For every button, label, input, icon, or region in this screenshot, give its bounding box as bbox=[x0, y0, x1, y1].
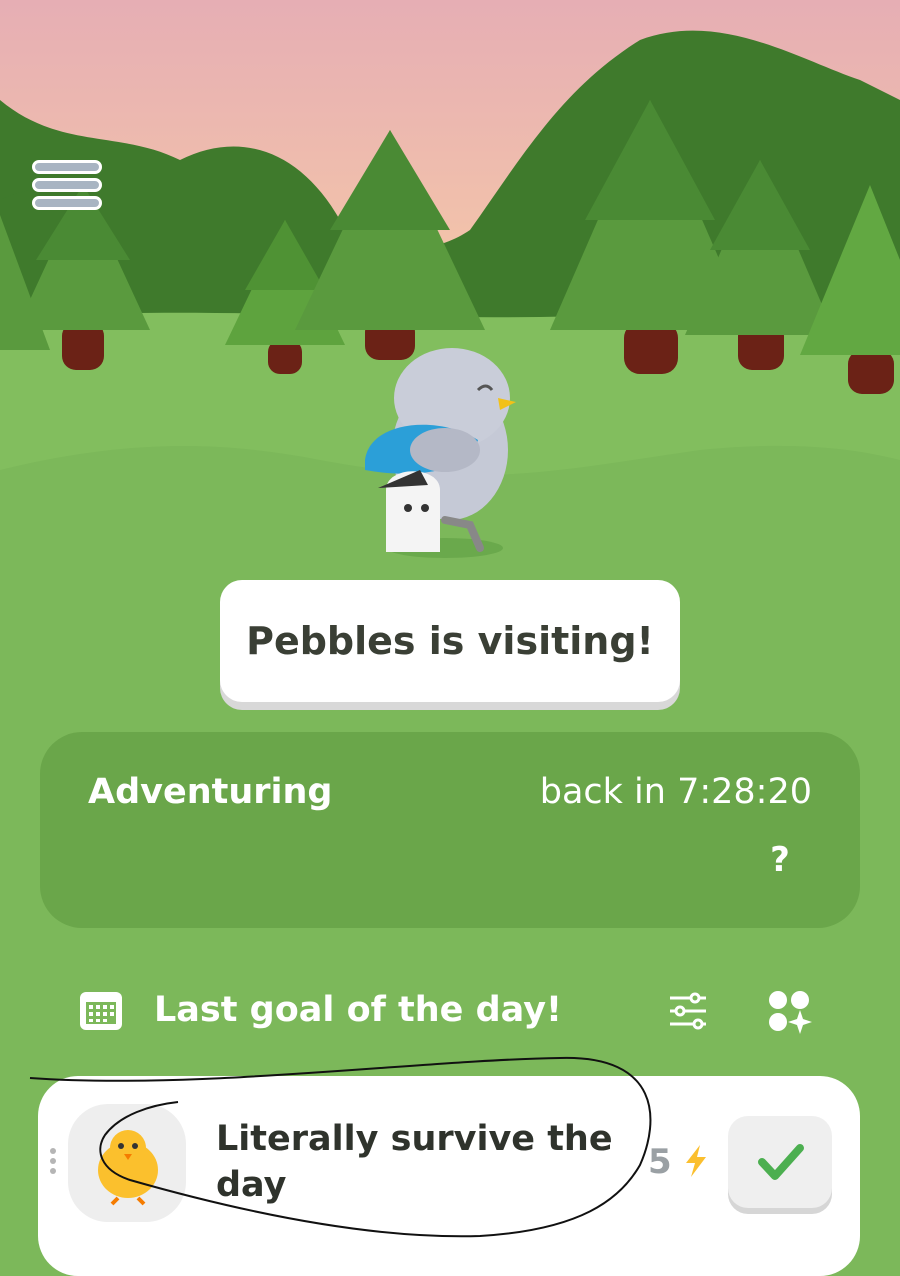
hamburger-menu-icon[interactable] bbox=[32, 160, 104, 214]
checkmark-icon bbox=[758, 1144, 804, 1180]
sliders-icon[interactable] bbox=[670, 992, 706, 1030]
lightning-icon bbox=[685, 1145, 706, 1177]
goal-card[interactable]: Literally survive the day 5 bbox=[38, 1076, 860, 1276]
mystery-reward-label: ? bbox=[770, 840, 790, 880]
adventure-title: Adventuring bbox=[88, 772, 333, 812]
complete-goal-button[interactable] bbox=[728, 1116, 832, 1208]
goal-points: 5 bbox=[648, 1142, 708, 1182]
goal-text-line: Literally survive the bbox=[216, 1119, 613, 1159]
goal-points-value: 5 bbox=[648, 1142, 672, 1182]
chick-goal-icon bbox=[68, 1104, 186, 1222]
goal-text[interactable]: Literally survive the day bbox=[216, 1116, 636, 1208]
visitor-banner: Pebbles is visiting! bbox=[220, 580, 680, 702]
visitor-banner-text: Pebbles is visiting! bbox=[246, 619, 654, 663]
adventure-return-time: back in 7:28:20 bbox=[539, 772, 812, 812]
drag-handle-icon[interactable] bbox=[50, 1148, 56, 1174]
goals-header: Last goal of the day! bbox=[154, 990, 562, 1030]
goal-text-line: day bbox=[216, 1165, 287, 1205]
calendar-icon bbox=[80, 992, 122, 1030]
adventure-panel: Adventuring back in 7:28:20 ? bbox=[40, 732, 860, 928]
